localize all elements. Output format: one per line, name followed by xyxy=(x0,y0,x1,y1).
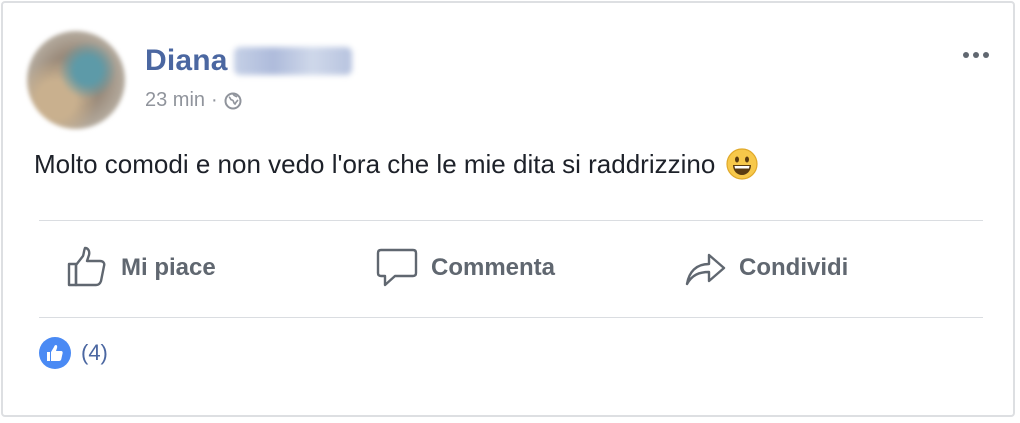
globe-icon xyxy=(224,92,242,110)
author-name[interactable]: Diana xyxy=(145,44,228,78)
like-reaction-icon xyxy=(39,337,71,369)
more-options-button[interactable] xyxy=(959,43,993,67)
share-label: Condividi xyxy=(739,254,849,281)
divider-top xyxy=(39,220,983,221)
post-card: Diana 23 min · Molto comodi e non vedo l… xyxy=(1,1,1015,417)
more-dot xyxy=(963,52,969,58)
divider-bottom xyxy=(39,317,983,318)
speech-bubble-icon xyxy=(375,244,419,293)
comment-label: Commenta xyxy=(431,254,556,281)
comment-button[interactable]: Commenta xyxy=(375,241,555,295)
post-text: Molto comodi e non vedo l'ora che le mie… xyxy=(34,147,759,181)
meta-separator: · xyxy=(211,89,218,111)
grinning-face-emoji-icon xyxy=(725,147,759,181)
thumbs-up-icon xyxy=(65,244,109,293)
like-label: Mi piace xyxy=(121,254,216,281)
like-button[interactable]: Mi piace xyxy=(65,241,216,295)
post-timestamp[interactable]: 23 min xyxy=(145,89,205,112)
more-dot xyxy=(983,52,989,58)
reaction-summary[interactable]: (4) xyxy=(39,337,108,369)
post-body: Molto comodi e non vedo l'ora che le mie… xyxy=(34,148,716,179)
share-arrow-icon xyxy=(683,244,727,293)
share-button[interactable]: Condividi xyxy=(683,241,848,295)
more-dot xyxy=(973,52,979,58)
post-meta: 23 min · xyxy=(145,89,242,112)
author-surname-redacted xyxy=(233,47,352,75)
author-name-row: Diana xyxy=(145,41,352,81)
author-avatar[interactable] xyxy=(27,31,125,129)
reaction-count: (4) xyxy=(81,340,108,365)
